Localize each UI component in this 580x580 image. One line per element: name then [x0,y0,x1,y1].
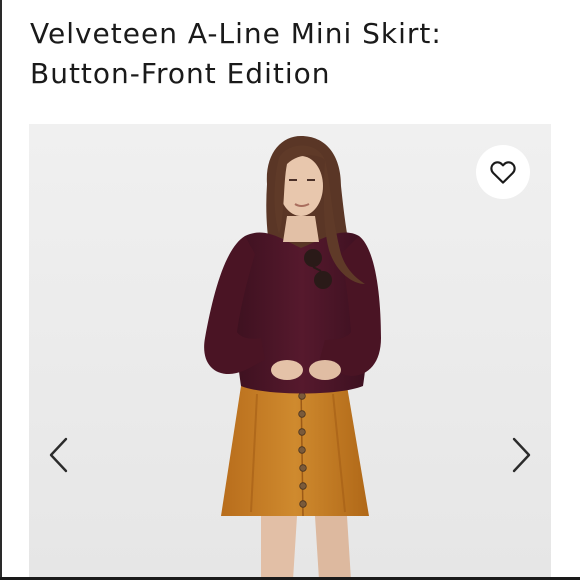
product-title: Velveteen A-Line Mini Skirt: Button-Fron… [30,14,442,94]
product-title-line-1: Velveteen A-Line Mini Skirt: [30,17,442,50]
heart-outline-icon [490,161,516,184]
chevron-left-icon [49,437,68,473]
screen-edge [0,0,2,580]
product-image-carousel[interactable] [29,124,551,580]
favorite-button[interactable] [476,145,530,199]
product-photo [29,124,551,580]
chevron-right-icon [512,437,531,473]
product-screen: Velveteen A-Line Mini Skirt: Button-Fron… [0,0,580,580]
previous-image-button[interactable] [43,432,73,478]
product-title-line-2: Button-Front Edition [30,57,331,90]
next-image-button[interactable] [507,432,537,478]
